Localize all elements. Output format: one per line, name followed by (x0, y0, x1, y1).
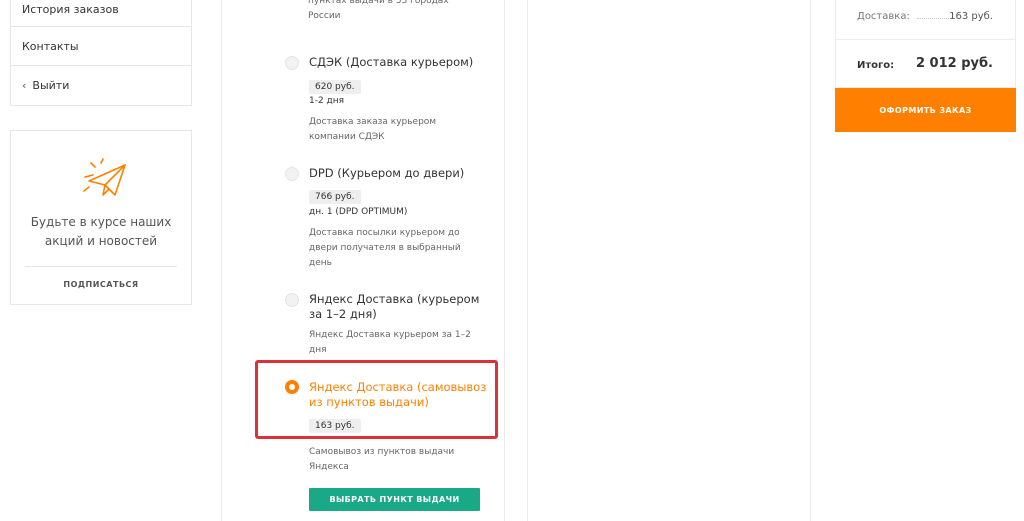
option-desc-yandex-pickup: Самовывоз из пунктов выдачи Яндекса (309, 445, 454, 475)
option-price-dpd: 766 руб. (309, 190, 361, 204)
promo-line: акций и новостей (44, 234, 158, 248)
radio-cdek-courier[interactable] (285, 56, 299, 70)
desc-line: Яндекс Доставка курьером за 1–2 (309, 330, 471, 340)
desc-line: Яндекса (309, 462, 349, 472)
delivery-cost-value: 163 руб. (949, 11, 993, 22)
desc-line: двери получателя в выбранный (309, 243, 461, 253)
subscribe-box: Будьте в курсе наших акций и новостей ПО… (10, 130, 192, 305)
desc-line: Самовывоз из пунктов выдачи (309, 447, 455, 457)
option-desc-cdek: Доставка заказа курьером компании СДЭК (309, 115, 436, 145)
desc-line: Доставка заказа курьером (309, 117, 437, 127)
account-menu: История заказов Контакты ‹ Выйти (10, 0, 192, 106)
total-label: Итого: (857, 60, 895, 71)
column-divider (221, 0, 222, 521)
menu-item-order-history[interactable]: История заказов (11, 0, 191, 27)
radio-dpd-courier[interactable] (285, 167, 299, 181)
desc-line: России (308, 11, 341, 21)
column-divider (810, 0, 811, 521)
chevron-left-icon: ‹ (22, 79, 27, 92)
title-line: Яндекс Доставка (самовывоз (309, 380, 487, 394)
desc-line: день (309, 258, 332, 268)
column-divider (527, 0, 528, 521)
option-desc-yandex-courier: Яндекс Доставка курьером за 1–2 дня (309, 328, 471, 358)
radio-yandex-pickup[interactable] (285, 380, 299, 394)
menu-item-label: Выйти (32, 79, 70, 92)
option-price-yandex-pickup: 163 руб. (309, 419, 361, 433)
option-price-cdek: 620 руб. (309, 80, 361, 94)
divider (25, 266, 177, 267)
desc-line: дня (309, 345, 327, 355)
title-line: из пунктов выдачи) (309, 395, 429, 409)
radio-yandex-courier[interactable] (285, 293, 299, 307)
menu-item-logout[interactable]: ‹ Выйти (11, 66, 191, 105)
choose-pickup-point-button[interactable]: ВЫБРАТЬ ПУНКТ ВЫДАЧИ (309, 488, 480, 511)
option-days-cdek: 1-2 дня (309, 96, 345, 106)
desc-line: Доставка посылки курьером до (309, 228, 460, 238)
divider (836, 39, 1015, 40)
option-desc-dpd: Доставка посылки курьером до двери получ… (309, 226, 461, 271)
delivery-option-description: пунктах выдачи в 53 городах России (308, 0, 498, 24)
option-days-dpd: дн. 1 (DPD OPTIMUM) (309, 207, 408, 217)
subscribe-link[interactable]: ПОДПИСАТЬСЯ (11, 280, 191, 289)
menu-item-label: Контакты (22, 39, 79, 53)
delivery-cost-label: Доставка: (857, 11, 910, 22)
title-line: Яндекс Доставка (курьером (309, 292, 480, 306)
desc-line: компании СДЭК (309, 132, 385, 142)
subscribe-promo-text: Будьте в курсе наших акций и новостей (11, 213, 191, 251)
menu-item-label: История заказов (22, 2, 119, 16)
promo-line: Будьте в курсе наших (30, 215, 172, 229)
column-divider (504, 0, 505, 521)
option-title-yandex-courier[interactable]: Яндекс Доставка (курьером за 1–2 дня) (309, 292, 479, 322)
menu-item-contacts[interactable]: Контакты (11, 27, 191, 66)
title-line: за 1–2 дня) (309, 307, 377, 321)
total-value: 2 012 руб. (915, 56, 993, 71)
paper-plane-icon (83, 158, 126, 196)
option-title-cdek[interactable]: СДЭК (Доставка курьером) (309, 55, 473, 70)
place-order-button[interactable]: ОФОРМИТЬ ЗАКАЗ (835, 88, 1016, 132)
order-summary: Доставка: 163 руб. Итого: 2 012 руб. (835, 0, 1016, 88)
option-title-dpd[interactable]: DPD (Курьером до двери) (309, 166, 464, 181)
desc-line: пунктах выдачи в 53 городах (308, 0, 449, 6)
option-title-yandex-pickup[interactable]: Яндекс Доставка (самовывоз из пунктов вы… (309, 380, 486, 410)
